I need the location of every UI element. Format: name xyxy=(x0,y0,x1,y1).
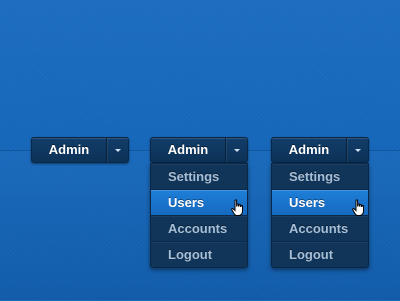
menu-item-accounts[interactable]: Accounts xyxy=(151,215,247,241)
hand-cursor-icon xyxy=(352,199,364,216)
dropdown-label[interactable]: Admin xyxy=(32,138,106,162)
chevron-down-icon xyxy=(114,148,121,152)
menu-item-settings[interactable]: Settings xyxy=(272,163,368,189)
dropdown-header[interactable]: Admin xyxy=(31,137,129,163)
dropdown-header[interactable]: Admin xyxy=(150,137,248,163)
menu-item-logout[interactable]: Logout xyxy=(151,241,247,267)
dropdown-label[interactable]: Admin xyxy=(272,138,346,162)
chevron-down-icon xyxy=(233,148,240,152)
menu-item-logout[interactable]: Logout xyxy=(272,241,368,267)
menu-item-settings[interactable]: Settings xyxy=(151,163,247,189)
chevron-down-icon xyxy=(354,148,361,152)
dropdown-header[interactable]: Admin xyxy=(271,137,369,163)
hand-cursor-icon xyxy=(231,199,243,216)
admin-dropdown-open[interactable]: Admin Settings Users Accounts Logout xyxy=(150,137,248,268)
admin-dropdown-open-hover[interactable]: Admin Settings Users Accounts Logout xyxy=(271,137,369,268)
menu-item-accounts[interactable]: Accounts xyxy=(272,215,368,241)
dropdown-toggle[interactable] xyxy=(107,138,128,162)
dropdown-toggle[interactable] xyxy=(226,138,247,162)
dropdown-label[interactable]: Admin xyxy=(151,138,225,162)
dropdown-toggle[interactable] xyxy=(347,138,368,162)
admin-dropdown-closed[interactable]: Admin xyxy=(31,137,129,163)
